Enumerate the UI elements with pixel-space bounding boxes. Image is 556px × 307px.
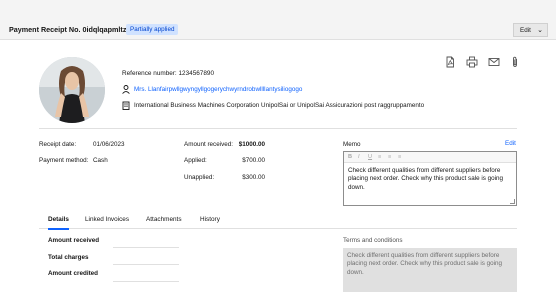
- summary-amount-received: Amount received: [48, 237, 100, 244]
- tab-history[interactable]: History: [200, 216, 220, 223]
- status-badge: Partially applied: [126, 24, 179, 35]
- unapplied-value: $300.00: [242, 174, 265, 181]
- applied-value: $700.00: [242, 157, 265, 164]
- building-icon: [122, 101, 130, 110]
- memo-edit-link[interactable]: Edit: [505, 140, 516, 147]
- summary-divider: [113, 264, 179, 265]
- attachment-icon[interactable]: [509, 56, 521, 68]
- terms-field: Check different qualities from different…: [343, 248, 517, 292]
- receipt-date-value: 01/06/2023: [93, 141, 125, 148]
- tab-details[interactable]: Details: [48, 216, 69, 230]
- summary-divider: [113, 247, 179, 248]
- summary-divider: [113, 281, 179, 282]
- underline-icon[interactable]: U: [368, 154, 372, 160]
- summary-amount-credited: Amount credited: [48, 270, 99, 277]
- terms-title: Terms and conditions: [343, 237, 403, 244]
- memo-editor[interactable]: B I U ≡ ≡ ≡ Check different qualities fr…: [343, 151, 517, 206]
- align-right-icon[interactable]: ≡: [398, 154, 401, 160]
- resize-handle-icon[interactable]: [510, 199, 515, 204]
- bold-icon[interactable]: B: [348, 154, 352, 160]
- memo-title: Memo: [343, 141, 361, 148]
- align-center-icon[interactable]: ≡: [388, 154, 391, 160]
- page-header: Payment Receipt No. 0idqlqapmltz Partial…: [0, 0, 556, 40]
- print-icon[interactable]: [466, 56, 478, 68]
- amount-received-value: $1000.00: [238, 141, 265, 148]
- organization-name: International Business Machines Corporat…: [134, 102, 425, 109]
- contact-name-link[interactable]: Mrs. Llanfairpwllgwyngyllgogerychwyrndro…: [134, 86, 302, 93]
- pdf-icon[interactable]: [444, 56, 456, 68]
- reference-number: Reference number: 1234567890: [122, 70, 215, 77]
- receipt-date-label: Receipt date:: [39, 141, 77, 148]
- payment-method-label: Payment method:: [39, 157, 89, 164]
- memo-text[interactable]: Check different qualities from different…: [348, 167, 512, 192]
- applied-label: Applied:: [184, 157, 207, 164]
- tab-bar: Details Linked Invoices Attachments Hist…: [39, 213, 517, 230]
- email-icon[interactable]: [488, 56, 500, 68]
- edit-dropdown-button[interactable]: Edit ⌄: [513, 23, 548, 37]
- person-icon: [122, 85, 130, 94]
- edit-button-label: Edit: [520, 27, 531, 34]
- italic-icon[interactable]: I: [358, 154, 360, 160]
- page-title: Payment Receipt No. 0idqlqapmltz: [9, 25, 127, 34]
- payment-method-value: Cash: [93, 157, 108, 164]
- avatar-photo: [39, 57, 105, 123]
- tab-linked-invoices[interactable]: Linked Invoices: [85, 216, 129, 223]
- tab-attachments[interactable]: Attachments: [146, 216, 182, 223]
- summary-total-charges: Total charges: [48, 254, 89, 261]
- section-divider: [39, 128, 517, 129]
- align-left-icon[interactable]: ≡: [378, 154, 381, 160]
- chevron-down-icon: ⌄: [537, 27, 543, 34]
- avatar: [39, 57, 105, 123]
- terms-text: Check different qualities from different…: [347, 252, 503, 276]
- memo-toolbar: B I U ≡ ≡ ≡: [344, 152, 516, 163]
